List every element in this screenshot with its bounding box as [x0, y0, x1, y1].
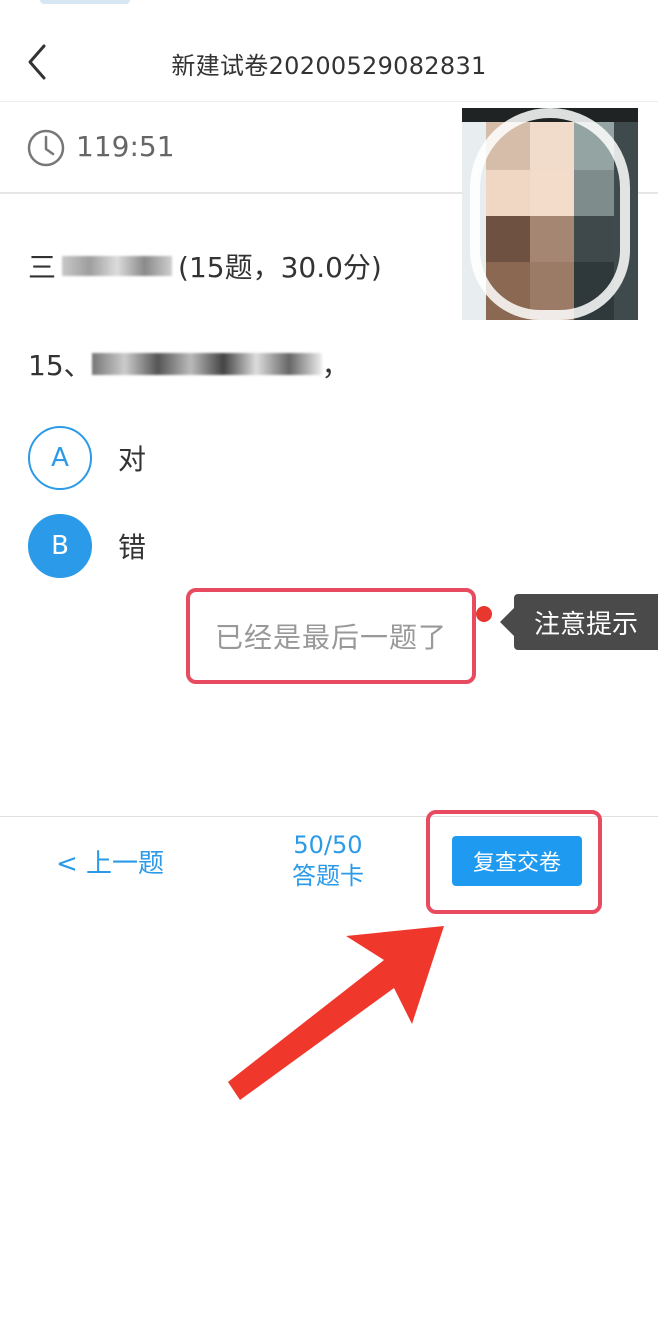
answer-card-button[interactable]: 50/50 答题卡 [268, 831, 388, 893]
page-title: 新建试卷20200529082831 [171, 52, 487, 80]
option-b-circle: B [28, 514, 92, 578]
prev-question-button[interactable]: < 上一题 [56, 843, 164, 880]
status-bar-remnant [40, 0, 130, 4]
section-score-info: (15题，30.0分) [178, 251, 382, 284]
arrow-shape [228, 926, 444, 1100]
toast-message: 已经是最后一题了 [214, 621, 447, 654]
question-trailing: ， [321, 349, 350, 382]
redacted-section-name [62, 256, 173, 276]
section-heading: 三 (15题，30.0分) [28, 246, 382, 286]
clock-icon [27, 129, 65, 167]
toast-highlight: 已经是最后一题了 [186, 588, 476, 684]
option-a[interactable]: A 对 [28, 426, 146, 490]
question-number: 15、 [28, 349, 92, 382]
option-b-label: 错 [118, 531, 147, 564]
section-prefix: 三 [28, 251, 57, 284]
review-submit-button[interactable]: 复查交卷 [452, 836, 582, 886]
countdown-timer: 119:51 [76, 130, 175, 163]
option-b[interactable]: B 错 [28, 514, 146, 578]
submit-highlight: 复查交卷 [426, 810, 602, 914]
hint-label: 注意提示 [500, 594, 658, 650]
header-bar: 新建试卷20200529082831 [0, 22, 658, 102]
camera-preview [462, 108, 638, 320]
hint-dot [476, 606, 492, 622]
option-a-label: 对 [118, 443, 147, 476]
option-a-circle: A [28, 426, 92, 490]
question-stem: 15、 ， [28, 344, 350, 384]
answer-card-label: 答题卡 [292, 862, 364, 890]
redacted-question-text [91, 353, 322, 375]
progress-count: 50/50 [293, 831, 363, 859]
